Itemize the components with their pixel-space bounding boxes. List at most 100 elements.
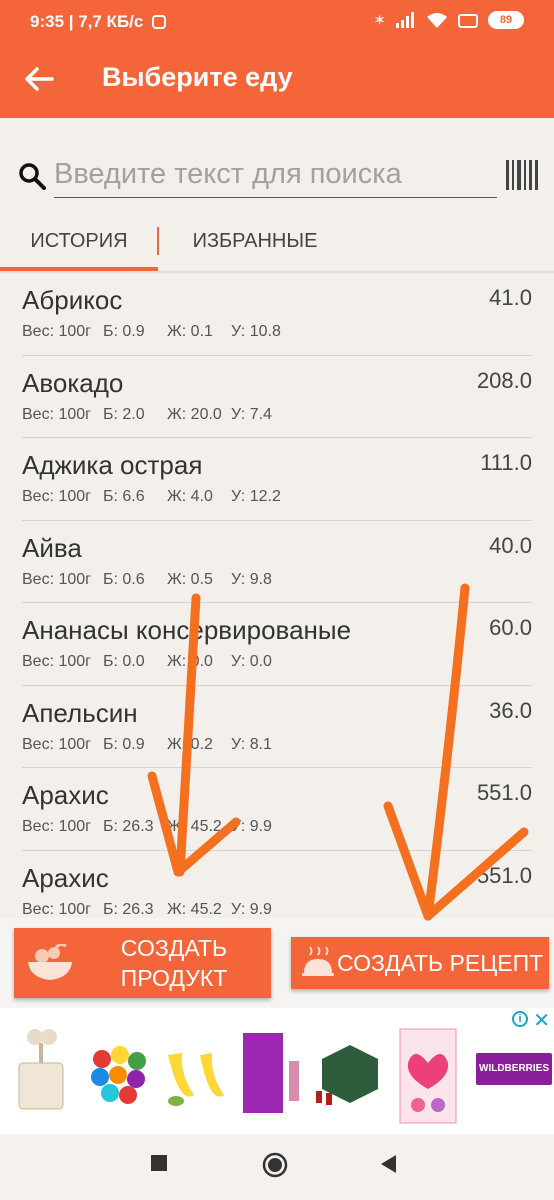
food-protein: Б: 6.6 <box>103 488 145 505</box>
food-carbs: У: 0.0 <box>231 653 272 670</box>
create-recipe-button[interactable]: СОЗДАТЬ РЕЦЕПТ <box>291 937 549 989</box>
food-kcal: 111.0 <box>480 450 532 475</box>
food-kcal: 551.0 <box>476 862 532 888</box>
ad-banner[interactable]: i ✕ WILDBERRIES <box>0 1008 554 1134</box>
food-weight: Вес: 100г <box>22 735 91 753</box>
food-protein: Б: 0.6 <box>103 570 145 588</box>
food-list-item[interactable]: Арахис 551.0 Вес: 100г Б: 26.3 Ж: 45.2 У… <box>22 851 532 924</box>
signal-icon <box>396 12 414 28</box>
system-nav-bar <box>0 1134 554 1200</box>
barcode-icon[interactable] <box>506 158 538 192</box>
action-button-area: СОЗДАТЬ ПРОДУКТ СОЗДАТЬ РЕЦЕПТ <box>0 918 554 1008</box>
food-weight: Вес: 100г <box>22 900 91 918</box>
ad-product-thumbnail[interactable] <box>314 1015 386 1129</box>
food-carbs: У: 8.1 <box>231 735 272 753</box>
food-kcal: 40.0 <box>489 532 532 558</box>
food-name: Ананасы консервированые <box>22 615 352 645</box>
food-carbs: У: 9.8 <box>231 570 272 588</box>
food-fat: Ж: 20.0 <box>167 405 222 423</box>
food-name: Айва <box>22 532 82 563</box>
ad-product-thumbnail[interactable] <box>82 1015 154 1129</box>
food-weight: Вес: 100г <box>22 488 91 505</box>
search-input[interactable] <box>54 152 497 198</box>
ad-product-thumbnail[interactable] <box>392 1015 464 1129</box>
ad-brand-badge[interactable]: WILDBERRIES <box>476 1053 552 1085</box>
create-product-label: СОЗДАТЬ ПРОДУКТ <box>120 935 228 991</box>
sim-icon <box>458 14 478 28</box>
food-list-item[interactable]: Арахис 551.0 Вес: 100г Б: 26.3 Ж: 45.2 У… <box>22 768 532 851</box>
create-recipe-label: СОЗДАТЬ РЕЦЕПТ <box>337 949 544 976</box>
ad-info-icon[interactable]: i <box>512 1011 528 1027</box>
wifi-icon <box>427 13 447 28</box>
food-list-item[interactable]: Ананасы консервированые 60.0 Вес: 100г Б… <box>22 603 532 686</box>
back-arrow-icon[interactable] <box>22 62 56 96</box>
food-kcal: 551.0 <box>476 780 532 805</box>
tab-history[interactable]: ИСТОРИЯ <box>0 215 158 271</box>
kids-cosmetics-set-image <box>399 1028 457 1124</box>
food-protein: Б: 0.0 <box>103 653 145 670</box>
food-carbs: У: 10.8 <box>231 323 281 340</box>
food-name: Абрикос <box>22 285 123 315</box>
status-time-speed: 9:35 | 7,7 КБ/с <box>30 12 144 31</box>
food-protein: Б: 26.3 <box>103 818 154 835</box>
lipstick-package-image <box>243 1033 299 1113</box>
tab-favorites[interactable]: ИЗБРАННЫЕ <box>160 215 350 271</box>
ad-product-thumbnail[interactable] <box>160 1015 232 1129</box>
food-carbs: У: 12.2 <box>231 488 281 505</box>
food-protein: Б: 2.0 <box>103 405 145 423</box>
food-fat: Ж: 0.0 <box>167 653 213 670</box>
colorful-buttons-image <box>91 1046 146 1104</box>
tab-divider <box>157 227 159 255</box>
food-list-item[interactable]: Абрикос 41.0 Вес: 100г Б: 0.9 Ж: 0.1 У: … <box>22 273 532 356</box>
serving-dish-icon <box>302 946 334 976</box>
gift-box-image <box>316 1045 378 1105</box>
food-list-item[interactable]: Аджика острая 111.0 Вес: 100г Б: 6.6 Ж: … <box>22 438 532 521</box>
food-kcal: 208.0 <box>476 367 532 393</box>
food-name: Арахис <box>22 780 109 810</box>
food-list-item[interactable]: Авокадо 208.0 Вес: 100г Б: 2.0 Ж: 20.0 У… <box>22 356 532 438</box>
create-product-button[interactable]: СОЗДАТЬ ПРОДУКТ <box>14 928 271 998</box>
status-bar: 9:35 | 7,7 КБ/с ✶ 89 <box>0 0 554 40</box>
home-icon[interactable] <box>262 1152 288 1178</box>
food-kcal: 60.0 <box>489 615 532 640</box>
food-bowl-icon <box>28 944 72 980</box>
car-air-freshener-image <box>18 1029 64 1110</box>
instagram-icon <box>152 15 167 29</box>
food-kcal: 41.0 <box>489 285 532 310</box>
food-protein: Б: 0.9 <box>103 735 145 753</box>
food-protein: Б: 26.3 <box>103 900 154 918</box>
food-name: Арахис <box>22 862 109 893</box>
back-nav-icon[interactable] <box>380 1154 398 1174</box>
food-kcal: 36.0 <box>489 697 532 723</box>
food-carbs: У: 7.4 <box>231 405 272 423</box>
page-title: Выберите еду <box>102 62 293 92</box>
food-fat: Ж: 45.2 <box>167 900 222 918</box>
food-fat: Ж: 0.5 <box>167 570 213 588</box>
banana-toy-image <box>168 1053 224 1106</box>
food-fat: Ж: 0.1 <box>167 323 213 340</box>
app-bar: Выберите еду <box>0 40 554 118</box>
food-weight: Вес: 100г <box>22 323 91 340</box>
ad-close-icon[interactable]: ✕ <box>533 1008 550 1033</box>
food-weight: Вес: 100г <box>22 570 91 588</box>
food-list: Абрикос 41.0 Вес: 100г Б: 0.9 Ж: 0.1 У: … <box>0 273 554 923</box>
ad-product-thumbnail[interactable] <box>237 1015 309 1129</box>
food-protein: Б: 0.9 <box>103 323 145 340</box>
food-name: Аджика острая <box>22 450 203 480</box>
bluetooth-icon: ✶ <box>373 12 386 29</box>
search-icon <box>19 163 46 190</box>
food-fat: Ж: 4.0 <box>167 488 213 505</box>
food-weight: Вес: 100г <box>22 818 91 835</box>
recent-apps-icon[interactable] <box>150 1154 168 1172</box>
food-weight: Вес: 100г <box>22 653 91 670</box>
food-list-item[interactable]: Апельсин 36.0 Вес: 100г Б: 0.9 Ж: 0.2 У:… <box>22 686 532 768</box>
search-row <box>0 118 554 208</box>
food-list-item[interactable]: Айва 40.0 Вес: 100г Б: 0.6 Ж: 0.5 У: 9.8 <box>22 521 532 603</box>
food-name: Авокадо <box>22 367 124 398</box>
food-weight: Вес: 100г <box>22 405 91 423</box>
food-fat: Ж: 45.2 <box>167 818 222 835</box>
ad-product-thumbnail[interactable] <box>5 1015 77 1129</box>
food-carbs: У: 9.9 <box>231 818 272 835</box>
food-name: Апельсин <box>22 697 138 728</box>
food-carbs: У: 9.9 <box>231 900 272 918</box>
